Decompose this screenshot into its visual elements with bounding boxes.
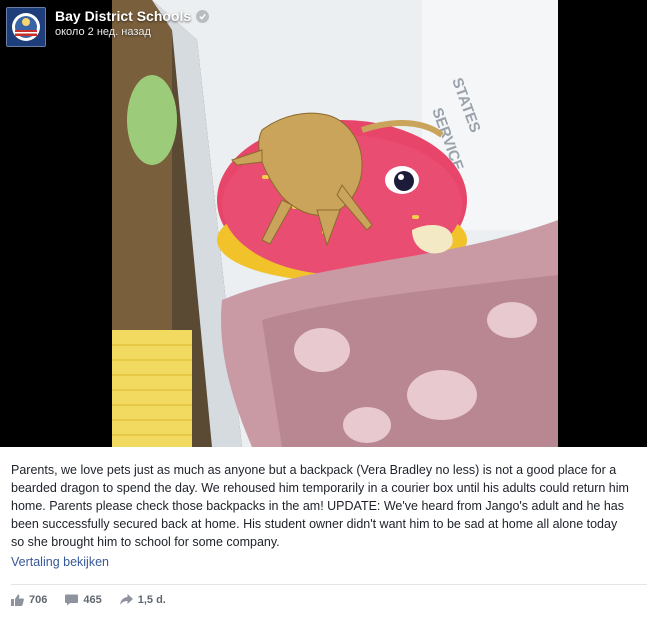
share-arrow-icon xyxy=(119,594,133,605)
footer-divider xyxy=(11,584,647,585)
post-body-line: so she brought him to school for some co… xyxy=(11,535,280,549)
shares-count: 1,5 d. xyxy=(137,594,166,606)
page-name-link[interactable]: Bay District Schools xyxy=(55,7,191,25)
post-body-line: Parents, we love pets just as much as an… xyxy=(11,463,617,477)
post-timestamp[interactable]: около 2 нед. назад xyxy=(55,26,209,38)
post-body-line: bearded dragon to spend the day. We reho… xyxy=(11,481,629,495)
see-translation-link[interactable]: Vertaling bekijken xyxy=(11,555,109,569)
post-body-line: home. Parents please check those backpac… xyxy=(11,499,624,513)
district-logo-icon xyxy=(7,8,45,46)
post-stats-footer: 706 465 1,5 d. xyxy=(11,594,184,606)
verified-check-icon xyxy=(196,9,210,23)
shares-stat[interactable]: 1,5 d. xyxy=(119,594,166,606)
post-body-text: Parents, we love pets just as much as an… xyxy=(11,461,647,551)
post-photo[interactable]: STATES SERVICE xyxy=(112,0,558,447)
comment-icon xyxy=(65,594,79,606)
post-body-line: been successfully secured back at home. … xyxy=(11,517,618,531)
thumbs-up-icon xyxy=(11,594,24,606)
post-photo-area[interactable]: STATES SERVICE Bay District Schools окол… xyxy=(0,0,647,447)
likes-stat[interactable]: 706 xyxy=(11,594,47,606)
page-avatar[interactable] xyxy=(6,7,46,47)
comments-stat[interactable]: 465 xyxy=(65,594,102,606)
post-header: Bay District Schools около 2 нед. назад xyxy=(6,7,210,47)
likes-count: 706 xyxy=(29,594,48,606)
comments-count: 465 xyxy=(83,594,102,606)
